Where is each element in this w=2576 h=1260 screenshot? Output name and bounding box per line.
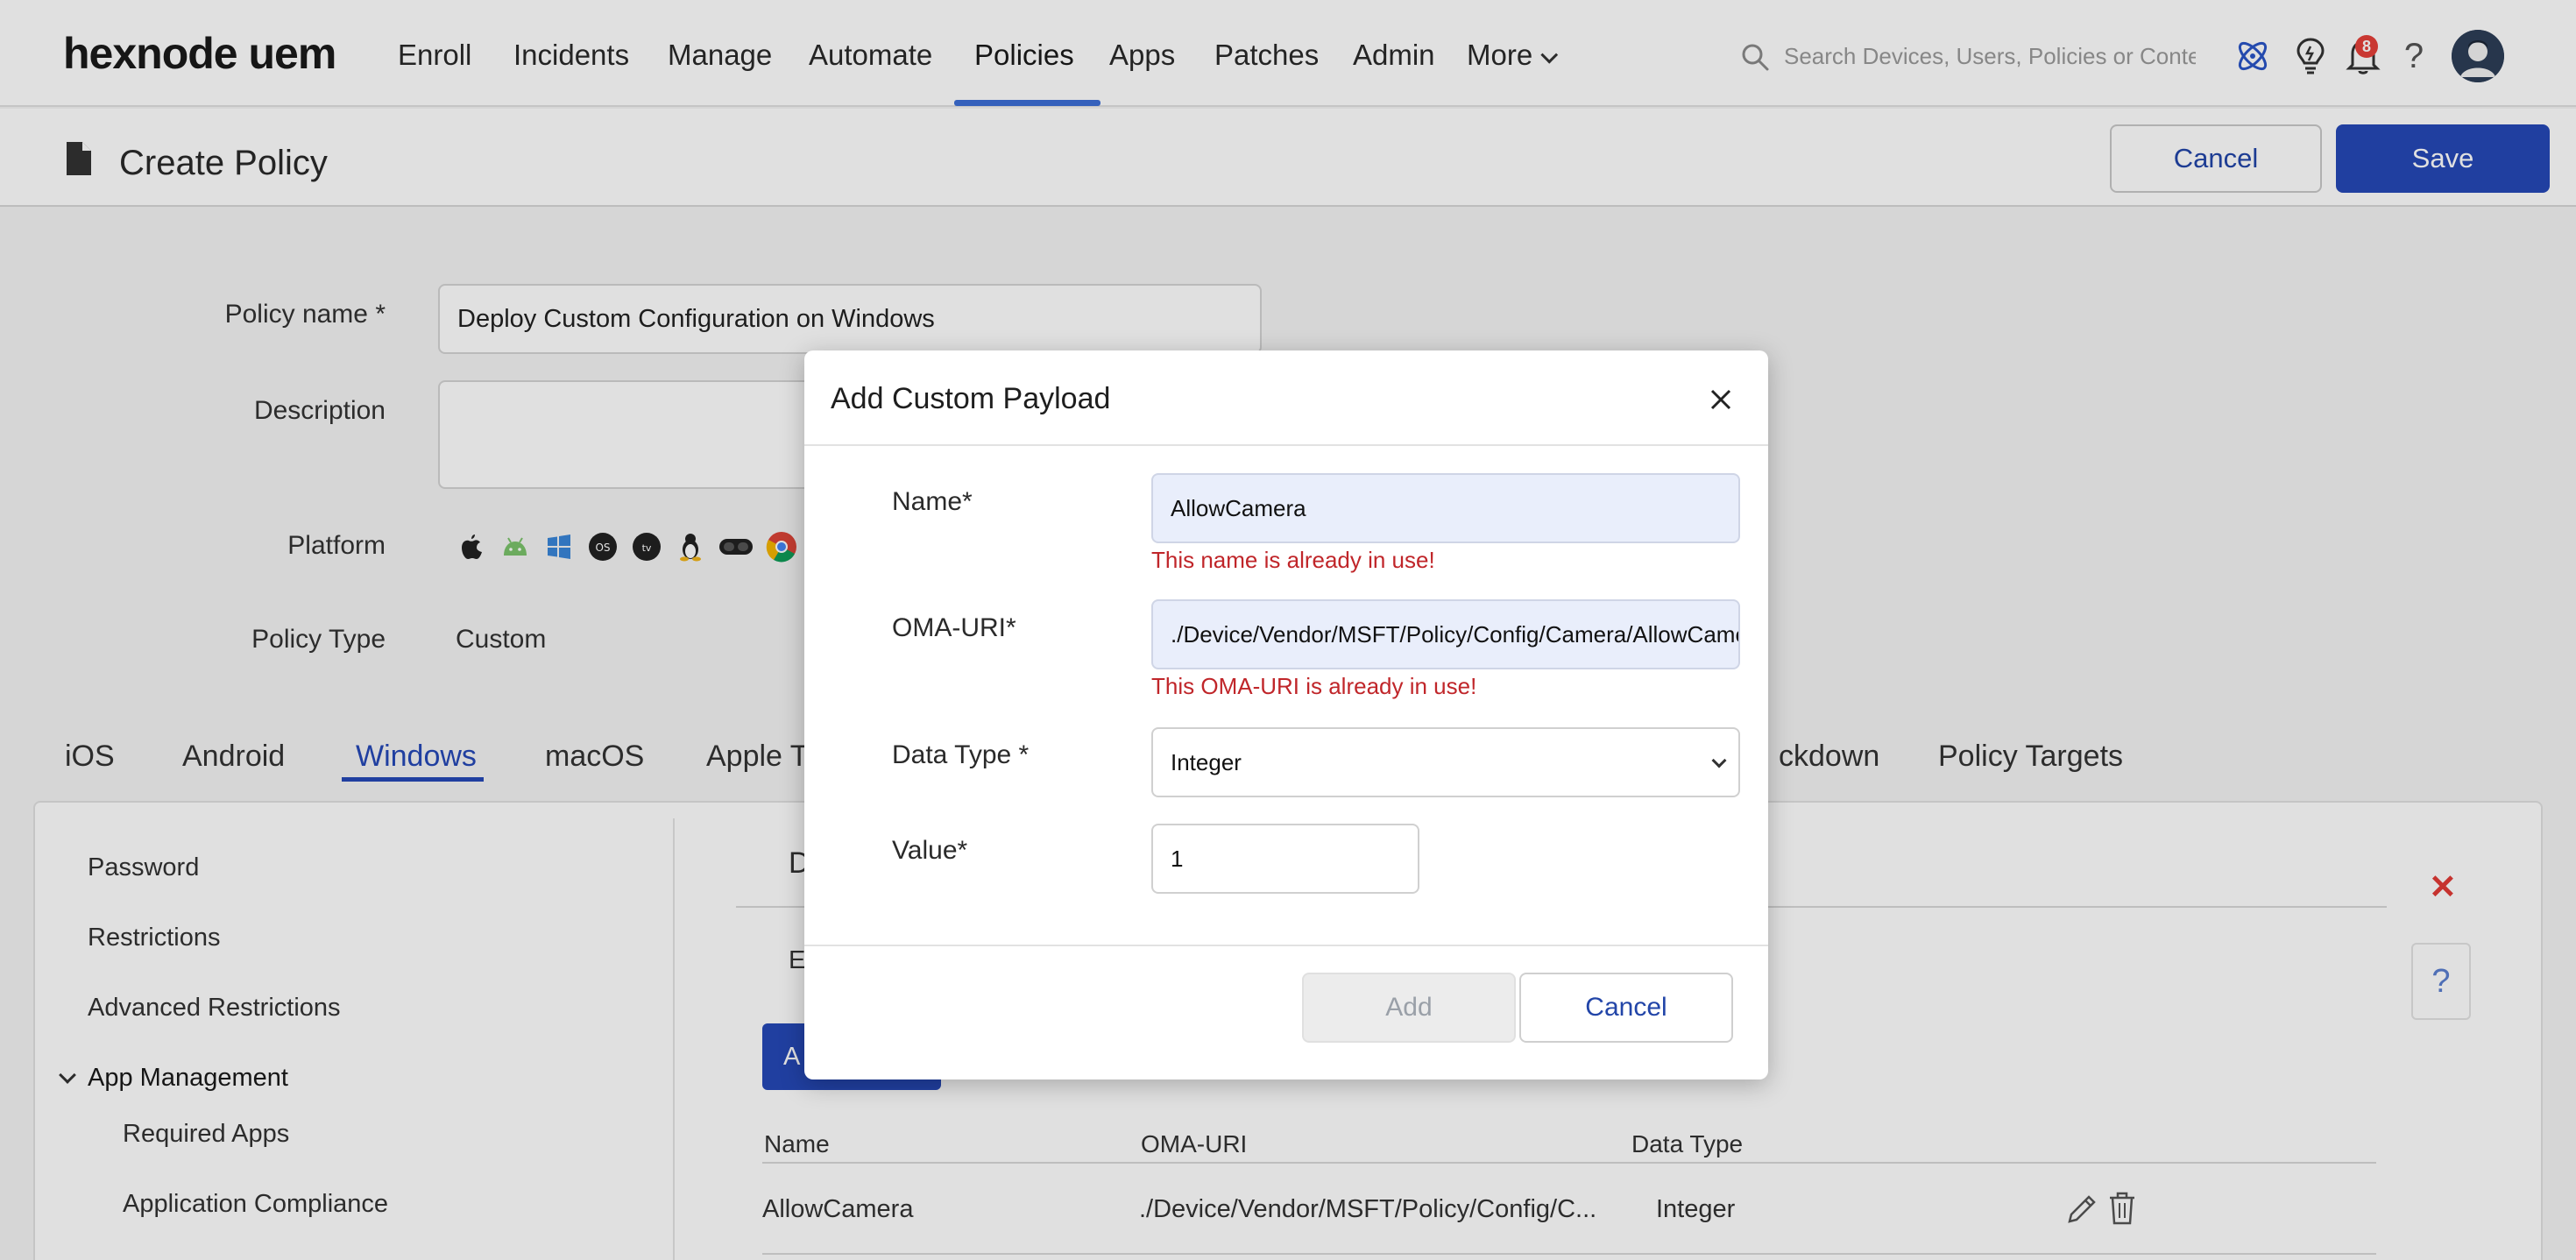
- oma-uri-input[interactable]: ./Device/Vendor/MSFT/Policy/Config/Camer…: [1151, 599, 1740, 669]
- oma-uri-error-message: This OMA-URI is already in use!: [1151, 673, 1477, 699]
- dialog-header-divider: [804, 444, 1768, 446]
- value-label: Value*: [892, 836, 968, 865]
- data-type-select[interactable]: Integer: [1151, 727, 1740, 797]
- dialog-cancel-button[interactable]: Cancel: [1519, 973, 1733, 1043]
- name-error-message: This name is already in use!: [1151, 547, 1435, 573]
- data-type-label: Data Type *: [892, 740, 1030, 769]
- data-type-selected-value: Integer: [1171, 748, 1242, 775]
- add-button[interactable]: Add: [1302, 973, 1516, 1043]
- dialog-footer-divider: [804, 945, 1768, 946]
- dialog-title: Add Custom Payload: [831, 382, 1111, 415]
- name-label: Name*: [892, 487, 973, 516]
- value-input[interactable]: 1: [1151, 824, 1419, 894]
- add-custom-payload-dialog: Add Custom Payload Name* AllowCamera Thi…: [804, 350, 1768, 1079]
- chevron-down-icon: [1711, 753, 1727, 768]
- close-icon[interactable]: [1705, 384, 1737, 415]
- oma-uri-label: OMA-URI*: [892, 613, 1016, 642]
- name-input[interactable]: AllowCamera: [1151, 473, 1740, 543]
